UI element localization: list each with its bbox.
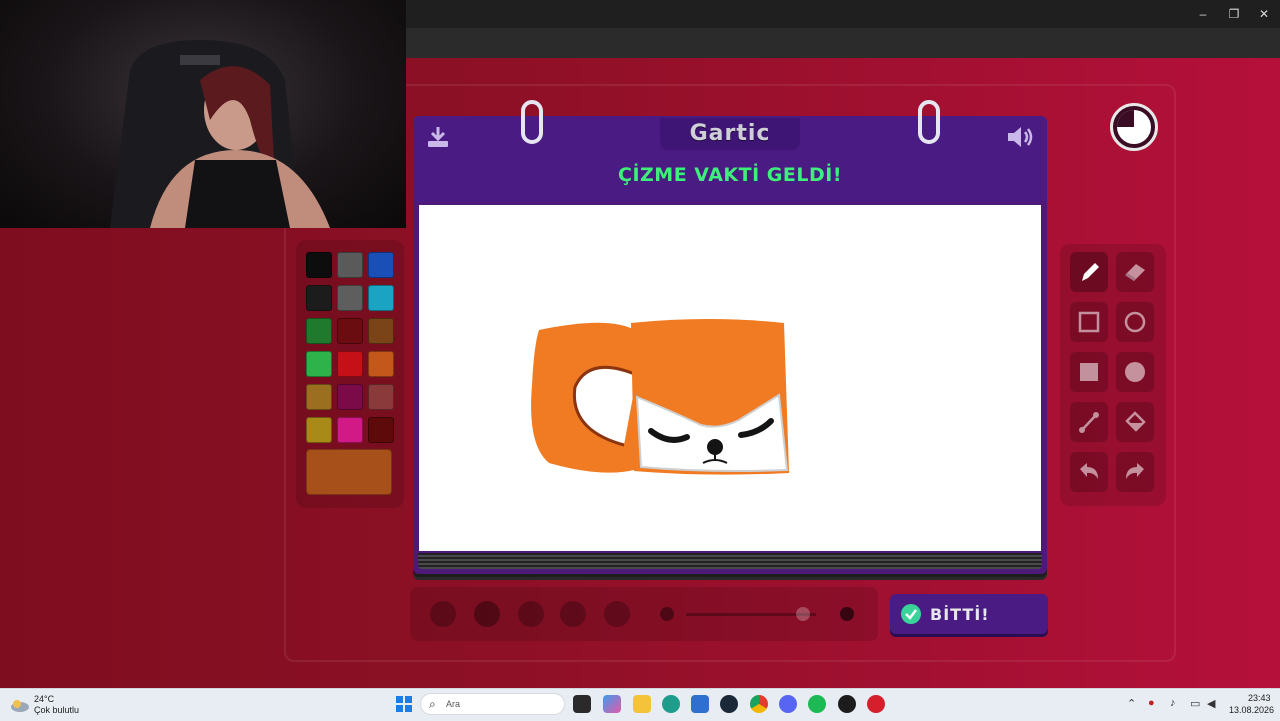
size-option[interactable] (604, 601, 630, 627)
redo-tool[interactable] (1116, 452, 1154, 492)
tray-app-icon[interactable]: ● (1148, 697, 1155, 709)
color-swatch[interactable] (368, 252, 394, 278)
color-swatch[interactable] (337, 285, 363, 311)
sound-button[interactable] (1005, 124, 1035, 150)
close-icon[interactable]: ✕ (1255, 6, 1273, 22)
rectangle-outline-tool[interactable] (1070, 302, 1108, 342)
speaker-icon (1008, 127, 1033, 147)
line-icon (1079, 412, 1099, 433)
line-tool[interactable] (1070, 402, 1108, 442)
board-page-stack (418, 553, 1042, 569)
weather-desc: Çok bulutlu (34, 705, 80, 715)
binder-ring-right (918, 100, 940, 144)
task-view-icon[interactable] (573, 695, 591, 713)
timer-pie-icon (1117, 110, 1151, 144)
size-option[interactable] (430, 601, 456, 627)
chrome-icon[interactable] (750, 695, 768, 713)
app-icon[interactable] (838, 695, 856, 713)
start-button[interactable] (395, 695, 413, 713)
current-color-swatch (306, 449, 392, 495)
color-swatch[interactable] (306, 285, 332, 311)
search-placeholder: Ara (446, 699, 461, 709)
drawing-canvas[interactable] (419, 205, 1041, 551)
color-swatch[interactable] (368, 384, 394, 410)
circle-outline-icon (1124, 311, 1146, 333)
eraser-tool[interactable] (1116, 252, 1154, 292)
download-icon (428, 127, 448, 147)
undo-tool[interactable] (1070, 452, 1108, 492)
restore-icon[interactable]: ❐ (1225, 6, 1243, 22)
color-swatch[interactable] (306, 252, 332, 278)
pencil-tool[interactable] (1070, 252, 1108, 292)
brush-size-panel (410, 587, 878, 641)
webcam-overlay (0, 0, 406, 228)
fill-bucket-tool[interactable] (1116, 402, 1154, 442)
redo-icon (1126, 463, 1144, 479)
search-icon: ⌕ (429, 697, 436, 711)
opacity-max-dot (840, 607, 854, 621)
ellipse-fill-tool[interactable] (1116, 352, 1154, 392)
opacity-min-dot (660, 607, 674, 621)
discord-icon[interactable] (779, 695, 797, 713)
clock-date[interactable]: 13.08.2026 (1229, 705, 1274, 715)
download-button[interactable] (425, 124, 451, 150)
gartic-logo: Gartic (660, 118, 800, 150)
rectangle-fill-tool[interactable] (1070, 352, 1108, 392)
circle-filled-icon (1125, 362, 1145, 382)
weather-temp: 24°C (34, 694, 55, 704)
color-swatch[interactable] (306, 417, 332, 443)
opacity-slider-knob[interactable] (796, 607, 810, 621)
microphone-icon[interactable]: ♪ (1170, 697, 1176, 709)
streamer-silhouette (110, 40, 330, 228)
undo-icon (1080, 463, 1098, 479)
bucket-icon (1125, 411, 1146, 432)
color-swatch[interactable] (368, 417, 394, 443)
round-timer (1110, 103, 1158, 151)
volume-icon[interactable]: ◀ (1207, 697, 1215, 710)
done-button[interactable]: BİTTİ! (890, 594, 1048, 634)
tray-chevron-icon[interactable]: ⌃ (1127, 697, 1136, 710)
ellipse-outline-tool[interactable] (1116, 302, 1154, 342)
done-label: BİTTİ! (930, 604, 990, 624)
color-swatch[interactable] (368, 318, 394, 344)
network-icon[interactable]: ▭ (1190, 697, 1200, 710)
color-swatch[interactable] (368, 351, 394, 377)
color-swatch[interactable] (337, 417, 363, 443)
color-swatch[interactable] (306, 351, 332, 377)
color-swatch[interactable] (337, 252, 363, 278)
color-swatch[interactable] (368, 285, 394, 311)
size-option[interactable] (474, 601, 500, 627)
store-icon[interactable] (691, 695, 709, 713)
size-option[interactable] (518, 601, 544, 627)
toolbox (1060, 244, 1166, 506)
check-timer-icon (901, 604, 921, 624)
steam-icon[interactable] (720, 695, 738, 713)
clock-time[interactable]: 23:43 (1248, 693, 1271, 703)
minimize-icon[interactable]: – (1194, 6, 1212, 22)
copilot-icon[interactable] (603, 695, 621, 713)
edge-icon[interactable] (662, 695, 680, 713)
weather-widget[interactable]: 24°C Çok bulutlu (10, 692, 90, 718)
spotify-icon[interactable] (808, 695, 826, 713)
eraser-icon (1125, 264, 1145, 282)
color-swatch[interactable] (337, 384, 363, 410)
size-option[interactable] (560, 601, 586, 627)
color-swatch[interactable] (337, 351, 363, 377)
cloud-icon (11, 700, 29, 712)
mug-fox-drawing (531, 319, 789, 475)
phase-title: ÇİZME VAKTİ GELDİ! (618, 164, 842, 186)
windows-logo-icon (396, 696, 412, 712)
taskbar-search[interactable]: ⌕ Ara (420, 693, 565, 715)
color-swatch[interactable] (337, 318, 363, 344)
square-filled-icon (1080, 363, 1098, 381)
binder-ring-left (521, 100, 543, 144)
obs-record-icon[interactable] (867, 695, 885, 713)
pencil-icon (1082, 263, 1099, 281)
file-explorer-icon[interactable] (633, 695, 651, 713)
square-outline-icon (1078, 311, 1100, 333)
color-swatch[interactable] (306, 318, 332, 344)
color-swatch[interactable] (306, 384, 332, 410)
